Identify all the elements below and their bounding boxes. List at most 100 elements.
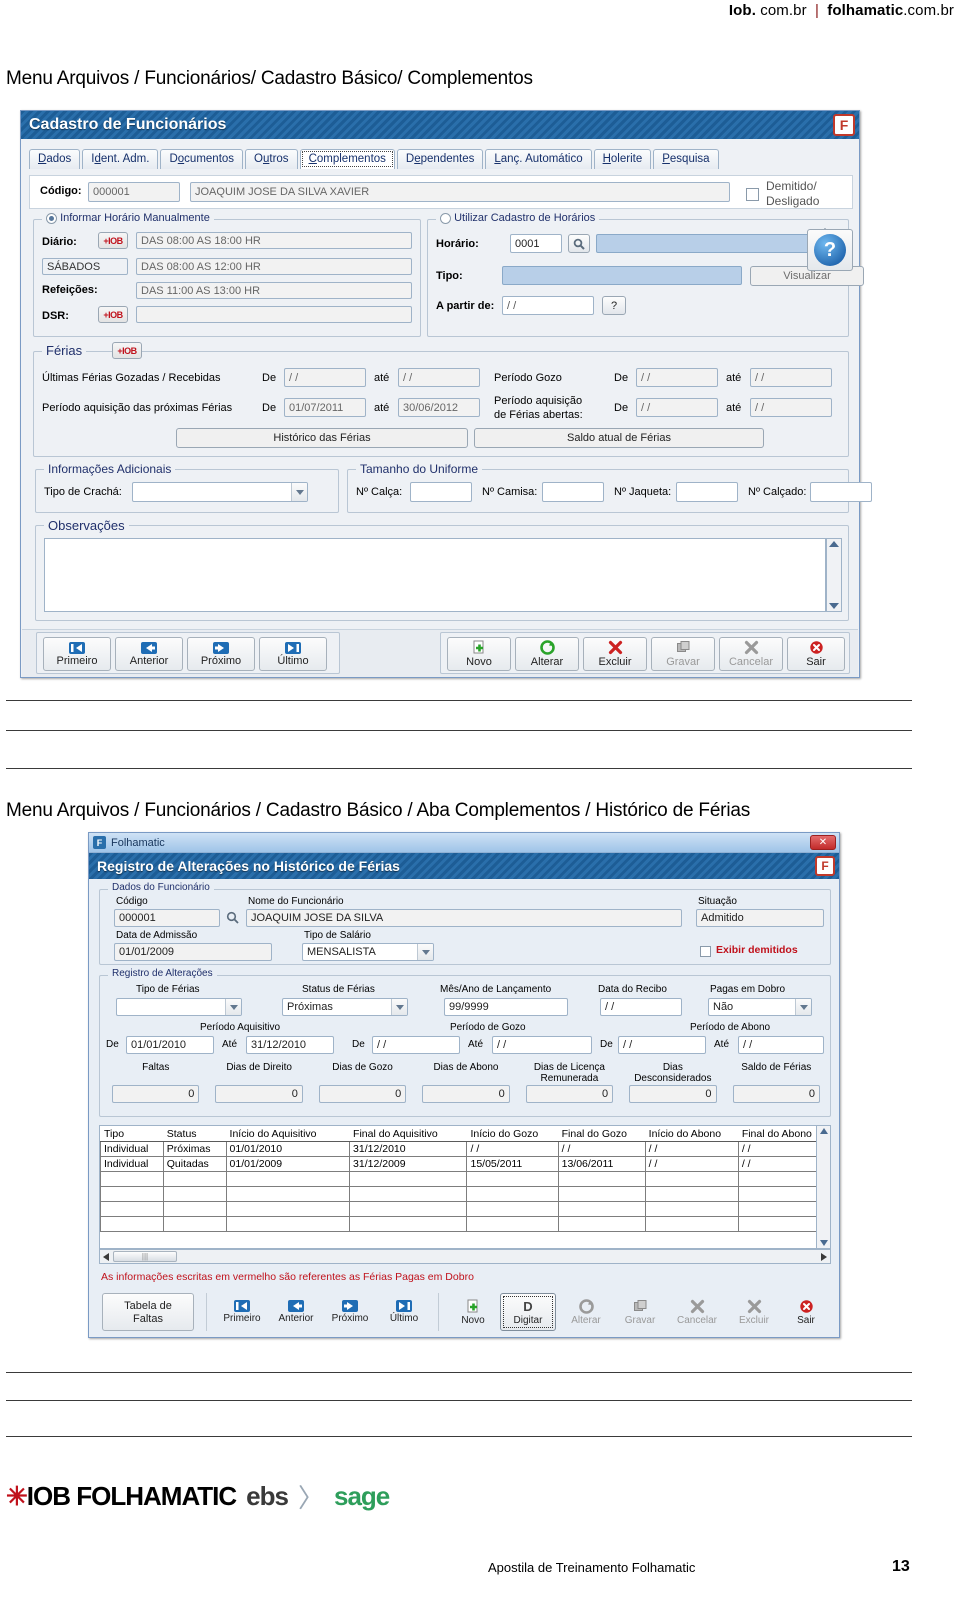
dsr-input[interactable] <box>136 306 412 323</box>
help-icon-button[interactable]: ? <box>807 229 853 271</box>
counter-desconsiderados-input[interactable]: 0 <box>629 1085 717 1103</box>
tipo-ferias-select[interactable] <box>116 998 242 1016</box>
w2-cancelar-button[interactable]: Cancelar <box>668 1295 726 1329</box>
nav-anterior-button[interactable]: Anterior <box>115 637 183 671</box>
nav-primeiro-button[interactable]: Primeiro <box>43 637 111 671</box>
proximas-de-input[interactable]: 01/07/2011 <box>284 398 366 417</box>
w2-excluir-button[interactable]: Excluir <box>728 1295 780 1329</box>
diario-input[interactable]: DAS 08:00 AS 18:00 HR <box>136 232 412 249</box>
w2-search-icon[interactable] <box>226 911 239 929</box>
historico-ferias-button[interactable]: Histórico das Férias <box>176 428 468 448</box>
counter-dias-gozo-input[interactable]: 0 <box>318 1085 407 1103</box>
mesano-input[interactable]: 99/9999 <box>444 998 568 1016</box>
tab-complementos[interactable]: Complementos <box>299 149 395 169</box>
gozo-ate-input[interactable]: / / <box>750 368 832 387</box>
scroll-down-icon[interactable] <box>819 1240 828 1246</box>
col-inicio-abono[interactable]: Início do Abono <box>644 1126 739 1142</box>
gozo-de-input[interactable]: / / <box>636 368 718 387</box>
w2-nav-proximo-button[interactable]: Próximo <box>324 1295 376 1329</box>
abertas-de-input[interactable]: / / <box>636 398 718 417</box>
w2-nav-primeiro-button[interactable]: Primeiro <box>216 1295 268 1329</box>
w2-salario-select[interactable]: MENSALISTA <box>302 943 434 961</box>
sabados-input[interactable]: DAS 08:00 AS 12:00 HR <box>136 258 412 275</box>
horario-input[interactable]: 0001 <box>510 234 562 253</box>
w2-digitar-button[interactable]: D Digitar <box>500 1293 556 1331</box>
ab-ate-input[interactable]: / / <box>738 1036 824 1054</box>
chevron-down-icon[interactable] <box>417 944 433 960</box>
gz-ate-input[interactable]: / / <box>492 1036 592 1054</box>
scroll-down-icon[interactable] <box>829 603 839 609</box>
scroll-left-icon[interactable] <box>103 1252 109 1261</box>
folhamatic-badge-icon-2[interactable]: F <box>815 856 835 876</box>
tabela-faltas-button[interactable]: Tabela de Faltas <box>102 1293 194 1331</box>
scroll-up-icon[interactable] <box>829 541 839 547</box>
tab-outros[interactable]: Outros <box>245 149 298 169</box>
proximas-ate-input[interactable]: 30/06/2012 <box>398 398 480 417</box>
w2-nav-anterior-button[interactable]: Anterior <box>270 1295 322 1329</box>
w2-nome-input[interactable]: JOAQUIM JOSE DA SILVA <box>246 909 682 927</box>
chevron-down-icon[interactable] <box>291 483 307 501</box>
horario-descricao-input[interactable] <box>596 234 818 253</box>
chevron-down-icon[interactable] <box>391 999 407 1015</box>
counter-dias-direito-input[interactable]: 0 <box>215 1085 303 1103</box>
folhamatic-badge-icon[interactable]: F <box>833 114 855 136</box>
tab-documentos[interactable]: Documentos <box>160 149 244 169</box>
apartir-help-button[interactable]: ? <box>602 296 626 315</box>
col-status[interactable]: Status <box>162 1126 227 1142</box>
w2-alterar-button[interactable]: Alterar <box>560 1295 612 1329</box>
counter-faltas-input[interactable]: 0 <box>112 1085 200 1103</box>
aq-ate-input[interactable]: 31/12/2010 <box>246 1036 334 1054</box>
excluir-button[interactable]: Excluir <box>583 637 647 671</box>
table-row[interactable] <box>100 1216 830 1232</box>
ultimas-de-input[interactable]: / / <box>284 368 366 387</box>
window1-titlebar[interactable]: Cadastro de Funcionários F <box>21 111 859 139</box>
tab-lanc-automatico[interactable]: Lanç. Automático <box>485 149 592 169</box>
w2-novo-button[interactable]: Novo <box>448 1295 498 1329</box>
w2-codigo-input[interactable]: 000001 <box>114 909 220 927</box>
col-final-aquisitivo[interactable]: Final do Aquisitivo <box>349 1126 468 1142</box>
nav-ultimo-button[interactable]: Último <box>259 637 327 671</box>
observacoes-textarea[interactable] <box>44 538 826 612</box>
tipo-input[interactable] <box>502 266 742 285</box>
cracha-select[interactable] <box>132 482 308 502</box>
nome-funcionario-input[interactable]: JOAQUIM JOSE DA SILVA XAVIER <box>190 182 730 202</box>
gravar-button[interactable]: Gravar <box>651 637 715 671</box>
radio-informar-manualmente[interactable] <box>46 212 57 224</box>
jaqueta-input[interactable] <box>676 482 738 502</box>
camisa-input[interactable] <box>542 482 604 502</box>
tab-dados[interactable]: DDadosados <box>29 149 81 169</box>
window2-app-titlebar[interactable]: F Folhamatic ✕ <box>89 833 839 853</box>
w2-sair-button[interactable]: Sair <box>782 1295 830 1329</box>
table-row[interactable] <box>100 1201 830 1217</box>
novo-button[interactable]: Novo <box>447 637 511 671</box>
counter-saldo-input[interactable]: 0 <box>732 1085 820 1103</box>
scroll-right-icon[interactable] <box>821 1252 827 1261</box>
w2-nav-ultimo-button[interactable]: Último <box>378 1295 430 1329</box>
gz-de-input[interactable]: / / <box>372 1036 460 1054</box>
sair-button[interactable]: Sair <box>787 637 845 671</box>
tab-holerite[interactable]: Holerite <box>593 149 652 169</box>
observacoes-scrollbar[interactable] <box>826 538 842 612</box>
table-row[interactable]: Individual Próximas 01/01/2010 31/12/201… <box>100 1141 830 1157</box>
table-horizontal-scrollbar[interactable]: ||| <box>99 1249 831 1264</box>
chevron-down-icon[interactable] <box>225 999 241 1015</box>
codigo-input[interactable]: 000001 <box>88 182 180 202</box>
window2-titlebar[interactable]: Registro de Alterações no Histórico de F… <box>89 853 839 879</box>
table-row[interactable] <box>100 1171 830 1187</box>
tab-ident-adm[interactable]: Ident. Adm. <box>82 149 159 169</box>
scroll-thumb[interactable]: ||| <box>113 1251 177 1262</box>
horario-search-button[interactable] <box>568 234 590 253</box>
calca-input[interactable] <box>410 482 472 502</box>
counter-dias-abono-input[interactable]: 0 <box>422 1085 510 1103</box>
data-recibo-input[interactable]: / / <box>600 998 682 1016</box>
tab-dependentes[interactable]: Dependentes <box>396 149 484 169</box>
w2-gravar-button[interactable]: Gravar <box>614 1295 666 1329</box>
w2-situacao-input[interactable]: Admitido <box>696 909 824 927</box>
scroll-up-icon[interactable] <box>819 1128 828 1134</box>
col-inicio-gozo[interactable]: Início do Gozo <box>466 1126 559 1142</box>
iob-icon-dsr[interactable]: +IOB <box>98 306 128 323</box>
abertas-ate-input[interactable]: / / <box>750 398 832 417</box>
aq-de-input[interactable]: 01/01/2010 <box>126 1036 214 1054</box>
table-row[interactable] <box>100 1186 830 1202</box>
chevron-down-icon[interactable] <box>795 999 811 1015</box>
